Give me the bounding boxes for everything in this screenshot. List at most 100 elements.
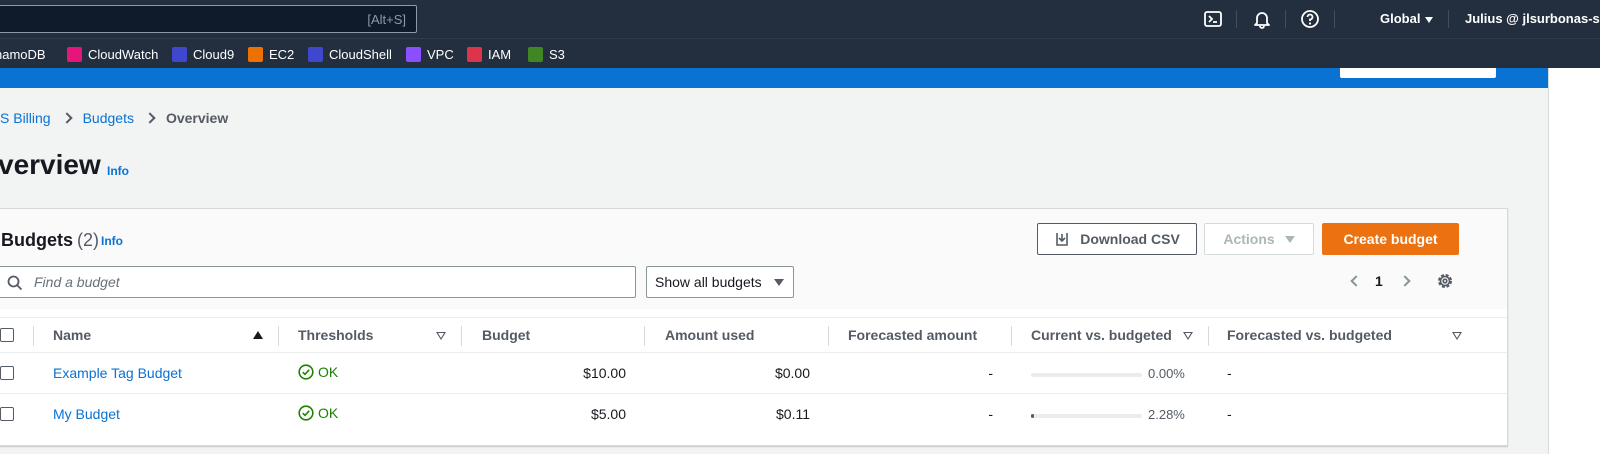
panel-info-link[interactable]: Info xyxy=(101,234,123,248)
cloud9-icon xyxy=(172,46,187,62)
column-divider[interactable] xyxy=(644,326,645,346)
column-divider[interactable] xyxy=(1208,326,1209,346)
favorite-label: IAM xyxy=(488,46,512,62)
nav-divider xyxy=(1285,10,1286,28)
favorite-label: VPC xyxy=(427,46,454,62)
favorite-ec2[interactable]: EC2 xyxy=(248,46,294,62)
status-ok-icon xyxy=(298,364,314,380)
help-icon[interactable] xyxy=(1300,9,1320,29)
chevron-right-icon xyxy=(60,112,73,124)
column-divider[interactable] xyxy=(461,326,462,346)
favorite-vpc[interactable]: VPC xyxy=(406,46,454,62)
forecasted-vs-budgeted: - xyxy=(1227,365,1232,381)
download-csv-label: Download CSV xyxy=(1080,231,1180,247)
find-budget-input[interactable]: Find a budget xyxy=(0,266,636,298)
budget-name-link[interactable]: My Budget xyxy=(53,406,120,422)
cloudwatch-icon xyxy=(67,46,82,62)
forecasted-amount: - xyxy=(988,365,993,381)
budget-name-link[interactable]: Example Tag Budget xyxy=(53,365,182,381)
budgets-panel: Budgets (2) Info Download CSV Actions Cre… xyxy=(0,208,1508,446)
current-vs-budgeted-percent: 2.28% xyxy=(1148,407,1185,422)
chevron-down-icon xyxy=(1425,16,1434,23)
pagination-page-number[interactable]: 1 xyxy=(1375,273,1383,289)
find-budget-placeholder: Find a budget xyxy=(34,274,120,290)
favorite-label: Cloud9 xyxy=(193,46,235,62)
favorite-cloudwatch[interactable]: CloudWatch xyxy=(67,46,158,62)
favorite-label: CloudShell xyxy=(329,46,392,62)
favorite-label: CloudWatch xyxy=(88,46,159,62)
table-row[interactable]: My Budget OK $5.00 $0.11 - 2.28% - xyxy=(0,394,1507,435)
sort-icon[interactable] xyxy=(1183,332,1193,340)
region-selector[interactable]: Global xyxy=(1380,11,1434,26)
budget-count: (2) xyxy=(77,230,99,250)
breadcrumb-current: Overview xyxy=(165,110,229,126)
actions-dropdown[interactable]: Actions xyxy=(1204,223,1314,255)
budget-amount: $5.00 xyxy=(590,406,626,422)
top-navigation: [Alt+S] Global Julius @ jlsurbonas-sap xyxy=(0,0,1600,38)
ec2-icon xyxy=(248,46,263,62)
banner-button[interactable] xyxy=(1340,68,1496,78)
download-icon xyxy=(1056,233,1069,246)
column-divider[interactable] xyxy=(828,326,829,346)
table-row[interactable]: Example Tag Budget OK $10.00 $0.00 - 0.0… xyxy=(0,353,1507,394)
current-vs-budgeted-bar xyxy=(1031,414,1142,418)
select-all-checkbox[interactable] xyxy=(0,328,14,342)
account-menu[interactable]: Julius @ jlsurbonas-sap xyxy=(1465,11,1600,26)
search-shortcut-hint: [Alt+S] xyxy=(367,12,406,27)
bell-icon[interactable] xyxy=(1252,9,1272,29)
column-header-name[interactable]: Name xyxy=(53,327,91,343)
column-header-forecasted-amount[interactable]: Forecasted amount xyxy=(848,327,977,343)
right-panel-edge xyxy=(1548,68,1600,454)
panel-title: Budgets (2) xyxy=(1,230,99,251)
chevron-right-icon xyxy=(144,112,156,124)
column-header-budget[interactable]: Budget xyxy=(482,327,530,343)
forecasted-amount: - xyxy=(988,406,993,422)
favorite-label: S3 xyxy=(549,46,565,62)
cloudshell-icon[interactable] xyxy=(1203,9,1223,29)
current-vs-budgeted-bar xyxy=(1031,373,1142,377)
region-label: Global xyxy=(1380,11,1421,26)
status-ok-icon xyxy=(298,405,314,421)
column-divider[interactable] xyxy=(278,326,279,346)
row-checkbox[interactable] xyxy=(0,407,14,421)
sort-icon[interactable] xyxy=(436,332,446,340)
favorite-label: namoDB xyxy=(0,46,46,62)
column-header-thresholds[interactable]: Thresholds xyxy=(298,327,373,343)
search-icon xyxy=(7,275,23,291)
budget-filter-select[interactable]: Show all budgets xyxy=(646,266,794,298)
row-checkbox[interactable] xyxy=(0,366,14,380)
favorite-cloudshell[interactable]: CloudShell xyxy=(308,46,392,62)
panel-title-text: Budgets xyxy=(1,230,73,250)
breadcrumb-billing[interactable]: S Billing xyxy=(0,110,51,126)
download-csv-button[interactable]: Download CSV xyxy=(1037,223,1197,255)
favorite-iam[interactable]: IAM xyxy=(467,46,511,62)
column-header-amount-used[interactable]: Amount used xyxy=(665,327,754,343)
breadcrumb: S Billing Budgets Overview xyxy=(0,110,228,126)
page-info-link[interactable]: Info xyxy=(107,164,129,178)
favorite-dynamodb[interactable]: namoDB xyxy=(0,46,46,62)
nav-divider xyxy=(1236,10,1237,28)
breadcrumb-budgets[interactable]: Budgets xyxy=(83,110,134,126)
favorite-cloud9[interactable]: Cloud9 xyxy=(172,46,234,62)
create-budget-button[interactable]: Create budget xyxy=(1322,223,1459,255)
favorites-bar: namoDB CloudWatch Cloud9 EC2 CloudShell … xyxy=(0,38,1600,68)
gear-icon[interactable] xyxy=(1436,272,1454,290)
amount-used: $0.00 xyxy=(774,365,810,381)
column-header-forecasted-vs-budgeted[interactable]: Forecasted vs. budgeted xyxy=(1227,327,1392,343)
progress-fill xyxy=(1031,414,1034,418)
cloudshell-service-icon xyxy=(308,46,323,62)
sort-icon[interactable] xyxy=(1452,332,1462,340)
threshold-label: OK xyxy=(318,364,339,380)
forecasted-vs-budgeted: - xyxy=(1227,406,1232,422)
table-header: Name Thresholds Budget Amount used Forec… xyxy=(0,317,1507,353)
sort-ascending-icon[interactable] xyxy=(253,331,263,339)
column-header-current-vs-budgeted[interactable]: Current vs. budgeted xyxy=(1031,327,1172,343)
favorite-s3[interactable]: S3 xyxy=(528,46,565,62)
actions-label: Actions xyxy=(1223,231,1275,247)
global-search-input[interactable]: [Alt+S] xyxy=(0,5,417,33)
column-divider xyxy=(33,326,34,346)
current-vs-budgeted-percent: 0.00% xyxy=(1148,366,1185,381)
column-divider[interactable] xyxy=(1011,326,1012,346)
threshold-status: OK xyxy=(298,405,338,421)
nav-divider xyxy=(1448,10,1449,28)
